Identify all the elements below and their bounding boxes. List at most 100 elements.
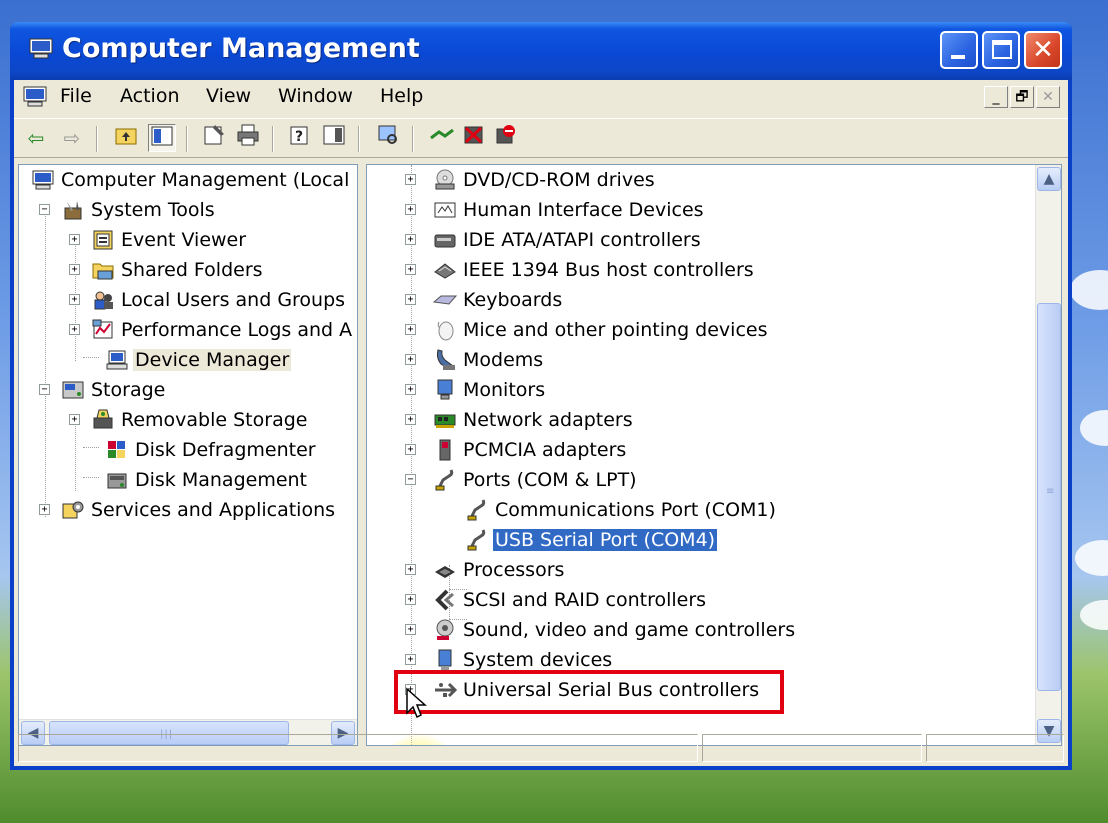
mmc-document-icon[interactable] — [22, 86, 48, 108]
device-category-ide[interactable]: + IDE ATA/ATAPI controllers — [367, 225, 1027, 255]
print-icon[interactable] — [234, 124, 262, 152]
menu-file[interactable]: File — [60, 85, 92, 107]
tree-node-disk-management[interactable]: Disk Management — [19, 465, 357, 495]
close-button[interactable]: ✕ — [1024, 31, 1062, 69]
pcmcia-icon — [439, 439, 451, 461]
tree-label: Performance Logs and A — [121, 319, 353, 341]
mdi-minimize-button[interactable]: _ — [984, 86, 1008, 108]
status-cell-secondary — [702, 734, 922, 762]
ieee1394-icon — [434, 263, 456, 279]
port-icon — [467, 529, 486, 551]
menu-bar: File Action View Window Help _ 🗗 ✕ — [14, 80, 1068, 116]
expand-toggle[interactable]: + — [405, 564, 416, 575]
menu-view[interactable]: View — [206, 85, 251, 107]
device-category-dvd[interactable]: + DVD/CD-ROM drives — [367, 165, 1027, 195]
expand-toggle[interactable]: + — [69, 264, 80, 275]
device-com4[interactable]: USB Serial Port (COM4) — [367, 525, 1027, 555]
tree-node-shared-folders[interactable]: + Shared Folders — [19, 255, 357, 285]
expand-toggle[interactable]: + — [405, 294, 416, 305]
device-category-pcmcia[interactable]: + PCMCIA adapters — [367, 435, 1027, 465]
tree-node-system-tools[interactable]: − System Tools — [19, 195, 357, 225]
scan-hardware-icon[interactable] — [374, 124, 402, 152]
tree-node-performance-logs[interactable]: + Performance Logs and A — [19, 315, 357, 345]
event-viewer-icon — [93, 230, 113, 250]
device-label: Monitors — [463, 379, 546, 401]
computer-management-icon — [29, 38, 53, 59]
monitor-icon — [437, 379, 453, 400]
status-bar — [14, 730, 1068, 764]
device-category-processors[interactable]: + Processors — [367, 555, 1027, 585]
services-applications-icon — [62, 501, 84, 519]
help-icon[interactable]: ? — [286, 124, 314, 152]
vertical-scroll-thumb[interactable]: ≡ — [1037, 303, 1061, 691]
tree-node-event-viewer[interactable]: + Event Viewer — [19, 225, 357, 255]
up-one-level-icon[interactable] — [112, 124, 140, 152]
tree-node-root[interactable]: Computer Management (Local — [19, 165, 357, 195]
collapse-toggle[interactable]: − — [39, 384, 50, 395]
tree-node-local-users[interactable]: + Local Users and Groups — [19, 285, 357, 315]
tree-node-services-applications[interactable]: + Services and Applications — [19, 495, 357, 525]
desktop-cloud — [1070, 270, 1108, 310]
device-category-hid[interactable]: + Human Interface Devices — [367, 195, 1027, 225]
back-icon[interactable]: ⇦ — [22, 124, 50, 152]
expand-toggle[interactable]: + — [405, 594, 416, 605]
expand-toggle[interactable]: + — [405, 264, 416, 275]
maximize-button[interactable] — [982, 31, 1020, 69]
keyboard-icon — [433, 295, 457, 305]
tree-node-disk-defragmenter[interactable]: Disk Defragmenter — [19, 435, 357, 465]
expand-toggle[interactable]: + — [405, 654, 416, 665]
expand-toggle[interactable]: + — [405, 204, 416, 215]
expand-toggle[interactable]: + — [405, 384, 416, 395]
device-category-mice[interactable]: + Mice and other pointing devices — [367, 315, 1027, 345]
device-category-monitors[interactable]: + Monitors — [367, 375, 1027, 405]
device-label: Human Interface Devices — [463, 199, 704, 221]
device-category-network[interactable]: + Network adapters — [367, 405, 1027, 435]
device-vertical-scrollbar[interactable]: ▲ ≡ ▼ — [1035, 165, 1061, 745]
expand-toggle[interactable]: + — [405, 414, 416, 425]
mdi-close-button[interactable]: ✕ — [1036, 86, 1060, 108]
device-category-sound[interactable]: + Sound, video and game controllers — [367, 615, 1027, 645]
collapse-toggle[interactable]: − — [405, 474, 416, 485]
device-category-scsi[interactable]: + SCSI and RAID controllers — [367, 585, 1027, 615]
device-category-ieee1394[interactable]: + IEEE 1394 Bus host controllers — [367, 255, 1027, 285]
expand-toggle[interactable]: + — [69, 234, 80, 245]
collapse-toggle[interactable]: − — [39, 204, 50, 215]
maximize-icon — [992, 40, 1012, 59]
tree-node-storage[interactable]: − Storage — [19, 375, 357, 405]
expand-toggle[interactable]: + — [69, 414, 80, 425]
device-label: Modems — [463, 349, 544, 371]
mdi-restore-button[interactable]: 🗗 — [1010, 86, 1034, 108]
client-area: File Action View Window Help _ 🗗 ✕ ⇦ ⇨ ?… — [14, 80, 1068, 766]
show-hide-action-pane-icon[interactable] — [320, 124, 348, 152]
device-com1[interactable]: Communications Port (COM1) — [367, 495, 1027, 525]
console-tree-pane: Computer Management (Local − System Tool… — [18, 164, 358, 746]
forward-icon[interactable]: ⇨ — [58, 124, 86, 152]
update-driver-icon[interactable] — [428, 124, 456, 152]
expand-toggle[interactable]: + — [405, 324, 416, 335]
menu-help[interactable]: Help — [380, 85, 423, 107]
device-category-keyboards[interactable]: + Keyboards — [367, 285, 1027, 315]
expand-toggle[interactable]: + — [405, 354, 416, 365]
uninstall-icon[interactable] — [460, 124, 488, 152]
scroll-up-button[interactable]: ▲ — [1037, 167, 1061, 191]
disable-icon[interactable] — [492, 124, 520, 152]
expand-toggle[interactable]: + — [405, 234, 416, 245]
menu-window[interactable]: Window — [278, 85, 353, 107]
expand-toggle[interactable]: + — [39, 504, 50, 515]
expand-toggle[interactable]: + — [405, 444, 416, 455]
port-icon — [467, 499, 486, 521]
device-category-ports[interactable]: − Ports (COM & LPT) — [367, 465, 1027, 495]
menu-action[interactable]: Action — [120, 85, 180, 107]
expand-toggle[interactable]: + — [405, 174, 416, 185]
status-cell-main — [18, 734, 698, 762]
tree-node-removable-storage[interactable]: + Removable Storage — [19, 405, 357, 435]
show-hide-tree-icon[interactable] — [148, 124, 176, 152]
tree-node-device-manager[interactable]: Device Manager — [19, 345, 357, 375]
device-category-modems[interactable]: + Modems — [367, 345, 1027, 375]
expand-toggle[interactable]: + — [69, 324, 80, 335]
properties-icon[interactable] — [200, 124, 228, 152]
title-bar[interactable]: Computer Management ✕ — [10, 22, 1072, 80]
expand-toggle[interactable]: + — [405, 624, 416, 635]
expand-toggle[interactable]: + — [69, 294, 80, 305]
minimize-button[interactable] — [940, 31, 978, 69]
